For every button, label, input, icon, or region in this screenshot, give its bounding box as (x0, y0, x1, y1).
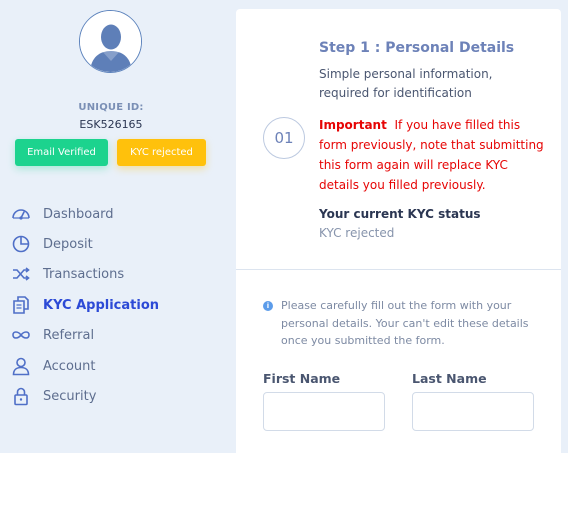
unique-id-label: UNIQUE ID: (78, 102, 144, 113)
sidebar-item-kyc-application[interactable]: KYC Application (10, 292, 159, 318)
infinity-icon (10, 324, 32, 346)
sidebar-item-label: Transactions (43, 266, 125, 282)
sidebar-item-label: Referral (43, 327, 95, 343)
last-name-label: Last Name (412, 371, 487, 386)
sidebar-item-label: Dashboard (43, 206, 114, 222)
avatar[interactable] (79, 10, 142, 73)
sidebar: UNIQUE ID: ESK526165 Email Verified KYC … (0, 0, 222, 453)
step-number: 01 (263, 117, 305, 159)
user-icon (10, 355, 32, 377)
sidebar-item-label: KYC Application (43, 297, 160, 313)
shuffle-icon (10, 263, 32, 285)
info-icon: i (263, 301, 273, 311)
user-silhouette-icon (80, 11, 141, 72)
sidebar-item-label: Security (43, 388, 97, 404)
sidebar-item-label: Account (43, 358, 96, 374)
documents-icon (10, 294, 32, 316)
first-name-label: First Name (263, 371, 341, 386)
step-subtitle: Simple personal information, required fo… (319, 67, 493, 100)
kyc-status-value: KYC rejected (319, 226, 395, 240)
lock-icon (10, 385, 32, 407)
kyc-form-card: 01 Step 1 : Personal Details Simple pers… (236, 9, 561, 453)
unique-id-value: ESK526165 (79, 118, 143, 131)
step-title: Step 1 : Personal Details (319, 40, 515, 56)
sidebar-item-security[interactable]: Security (10, 383, 96, 409)
form-note-text: Please carefully fill out the form with … (281, 299, 529, 347)
sidebar-item-deposit[interactable]: Deposit (10, 231, 93, 257)
last-name-input[interactable] (412, 392, 534, 431)
dashboard-icon (10, 203, 32, 225)
sidebar-item-dashboard[interactable]: Dashboard (10, 201, 114, 227)
important-label: Important (319, 118, 387, 132)
first-name-input[interactable] (263, 392, 385, 431)
kyc-status-badge: KYC rejected (117, 139, 206, 166)
sidebar-item-referral[interactable]: Referral (10, 322, 94, 348)
important-notice: Important If you have filled this form p… (319, 115, 544, 195)
form-note: i Please carefully fill out the form wit… (263, 297, 533, 350)
sidebar-item-account[interactable]: Account (10, 353, 96, 379)
sidebar-item-label: Deposit (43, 236, 93, 252)
pie-chart-icon (10, 233, 32, 255)
sidebar-item-transactions[interactable]: Transactions (10, 261, 124, 287)
kyc-status: Your current KYC status KYC rejected (319, 205, 514, 243)
kyc-status-label: Your current KYC status (319, 207, 481, 221)
divider (236, 269, 561, 270)
email-verified-badge: Email Verified (15, 139, 108, 166)
